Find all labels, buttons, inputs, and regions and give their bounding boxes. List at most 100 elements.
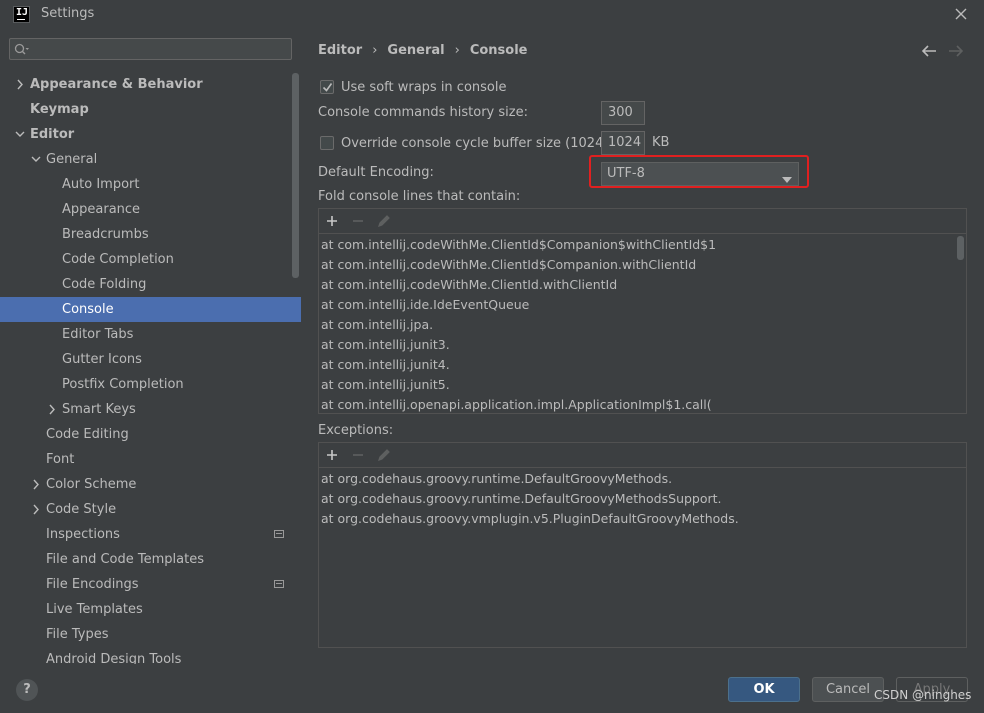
sidebar-item-label: Appearance & Behavior xyxy=(30,77,203,92)
sidebar-item[interactable]: Editor xyxy=(0,122,301,147)
cycle-buffer-unit: KB xyxy=(652,135,670,150)
sidebar-item[interactable]: Appearance & Behavior xyxy=(0,72,301,97)
history-size-input[interactable]: 300 xyxy=(601,101,645,125)
sidebar-item[interactable]: General xyxy=(0,147,301,172)
sidebar-item[interactable]: Code Style xyxy=(0,497,301,522)
ok-button[interactable]: OK xyxy=(728,677,800,702)
sidebar-item-label: Breadcrumbs xyxy=(62,227,149,242)
app-icon: IJ xyxy=(13,6,30,23)
sidebar-item-label: Inspections xyxy=(46,527,120,542)
fold-line-row[interactable]: at com.intellij.junit4. xyxy=(321,355,450,375)
fold-line-row[interactable]: at com.intellij.codeWithMe.ClientId$Comp… xyxy=(321,235,716,255)
sidebar-item-label: Console xyxy=(62,302,114,317)
sidebar-item-label: General xyxy=(46,152,98,167)
exception-line-row[interactable]: at org.codehaus.groovy.vmplugin.v5.Plugi… xyxy=(321,509,739,529)
remove-icon[interactable] xyxy=(350,213,366,229)
search-icon xyxy=(14,43,29,57)
sidebar-item-label: Code Style xyxy=(46,502,117,517)
sidebar-item[interactable]: Console xyxy=(0,297,301,322)
sidebar-item[interactable]: Auto Import xyxy=(0,172,301,197)
sidebar-item[interactable]: Editor Tabs xyxy=(0,322,301,347)
exceptions-toolbar xyxy=(319,443,966,468)
sidebar-item[interactable]: Color Scheme xyxy=(0,472,301,497)
fold-line-row[interactable]: at com.intellij.openapi.application.impl… xyxy=(321,395,712,415)
sidebar-item[interactable]: Smart Keys xyxy=(0,397,301,422)
sidebar-item[interactable]: Code Completion xyxy=(0,247,301,272)
sidebar-item-label: Color Scheme xyxy=(46,477,137,492)
add-icon[interactable] xyxy=(324,213,340,229)
soft-wraps-checkbox[interactable] xyxy=(320,80,334,94)
help-icon[interactable]: ? xyxy=(16,679,38,701)
project-scope-icon xyxy=(274,580,284,588)
sidebar-item-label: Smart Keys xyxy=(62,402,136,417)
sidebar-item[interactable]: Live Templates xyxy=(0,597,301,622)
exception-line-row[interactable]: at org.codehaus.groovy.runtime.DefaultGr… xyxy=(321,469,672,489)
sidebar-item-label: Auto Import xyxy=(62,177,140,192)
add-icon[interactable] xyxy=(324,447,340,463)
exceptions-label: Exceptions: xyxy=(318,423,394,438)
breadcrumb: Editor › General › Console xyxy=(318,43,527,58)
sidebar-item-label: Gutter Icons xyxy=(62,352,142,367)
fold-line-row[interactable]: at com.intellij.junit5. xyxy=(321,375,450,395)
sidebar-item-label: Code Completion xyxy=(62,252,174,267)
sidebar-item-label: Editor xyxy=(30,127,75,142)
fold-line-row[interactable]: at com.intellij.codeWithMe.ClientId.with… xyxy=(321,275,617,295)
fold-line-row[interactable]: at com.intellij.ide.IdeEventQueue xyxy=(321,295,529,315)
sidebar-item-label: Code Folding xyxy=(62,277,147,292)
fold-lines-scrollbar[interactable] xyxy=(957,236,964,260)
project-scope-icon xyxy=(274,530,284,538)
fold-lines-label: Fold console lines that contain: xyxy=(318,189,521,204)
window-title: Settings xyxy=(41,6,95,21)
sidebar-scrollbar[interactable] xyxy=(292,73,299,278)
highlight-annotation xyxy=(589,155,809,188)
chevron-down-icon[interactable] xyxy=(30,147,42,172)
sidebar-item-label: Postfix Completion xyxy=(62,377,184,392)
sidebar-item-label: File and Code Templates xyxy=(46,552,204,567)
sidebar-item-label: Code Editing xyxy=(46,427,129,442)
fold-line-row[interactable]: at com.intellij.junit3. xyxy=(321,335,450,355)
arrow-right-icon[interactable] xyxy=(948,44,964,58)
exceptions-list: at org.codehaus.groovy.runtime.DefaultGr… xyxy=(318,442,967,648)
sidebar-item-label: Keymap xyxy=(30,102,89,117)
chevron-right-icon[interactable] xyxy=(30,497,42,522)
edit-icon[interactable] xyxy=(376,213,392,229)
sidebar-item[interactable]: File Types xyxy=(0,622,301,647)
edit-icon[interactable] xyxy=(376,447,392,463)
cycle-buffer-input[interactable]: 1024 xyxy=(601,131,645,155)
cycle-buffer-checkbox[interactable] xyxy=(320,136,334,150)
breadcrumb-item: Console xyxy=(469,43,528,58)
exception-line-row[interactable]: at org.codehaus.groovy.runtime.DefaultGr… xyxy=(321,489,722,509)
sidebar-item[interactable]: Appearance xyxy=(0,197,301,222)
remove-icon[interactable] xyxy=(350,447,366,463)
sidebar-item-label: Live Templates xyxy=(46,602,143,617)
sidebar-item-label: File Types xyxy=(46,627,109,642)
sidebar-item[interactable]: Gutter Icons xyxy=(0,347,301,372)
sidebar-item[interactable]: File and Code Templates xyxy=(0,547,301,572)
sidebar-item[interactable]: File Encodings xyxy=(0,572,301,597)
sidebar-item[interactable]: Code Editing xyxy=(0,422,301,447)
breadcrumb-item: Editor xyxy=(318,43,363,58)
chevron-down-icon[interactable] xyxy=(14,122,26,147)
sidebar-item-label: File Encodings xyxy=(46,577,139,592)
sidebar-item[interactable]: Code Folding xyxy=(0,272,301,297)
fold-line-row[interactable]: at com.intellij.codeWithMe.ClientId$Comp… xyxy=(321,255,696,275)
sidebar-item[interactable]: Postfix Completion xyxy=(0,372,301,397)
chevron-right-icon[interactable] xyxy=(30,472,42,497)
fold-lines-list: at com.intellij.codeWithMe.ClientId$Comp… xyxy=(318,208,967,414)
title-bar: IJ Settings xyxy=(0,0,984,30)
sidebar-item[interactable]: Font xyxy=(0,447,301,472)
fold-line-row[interactable]: at com.intellij.jpa. xyxy=(321,315,433,335)
sidebar-item[interactable]: Keymap xyxy=(0,97,301,122)
chevron-right-icon[interactable] xyxy=(46,397,58,422)
sidebar-item[interactable]: Breadcrumbs xyxy=(0,222,301,247)
fold-lines-toolbar xyxy=(319,209,966,234)
close-icon[interactable] xyxy=(951,4,971,24)
cycle-buffer-label: Override console cycle buffer size (1024… xyxy=(341,136,630,151)
arrow-left-icon[interactable] xyxy=(921,44,937,58)
soft-wraps-label: Use soft wraps in console xyxy=(341,80,507,95)
app-icon-label: IJ xyxy=(16,7,29,18)
sidebar-item[interactable]: Inspections xyxy=(0,522,301,547)
search-input[interactable] xyxy=(9,38,292,60)
breadcrumb-separator: › xyxy=(372,43,378,58)
chevron-right-icon[interactable] xyxy=(14,72,26,97)
